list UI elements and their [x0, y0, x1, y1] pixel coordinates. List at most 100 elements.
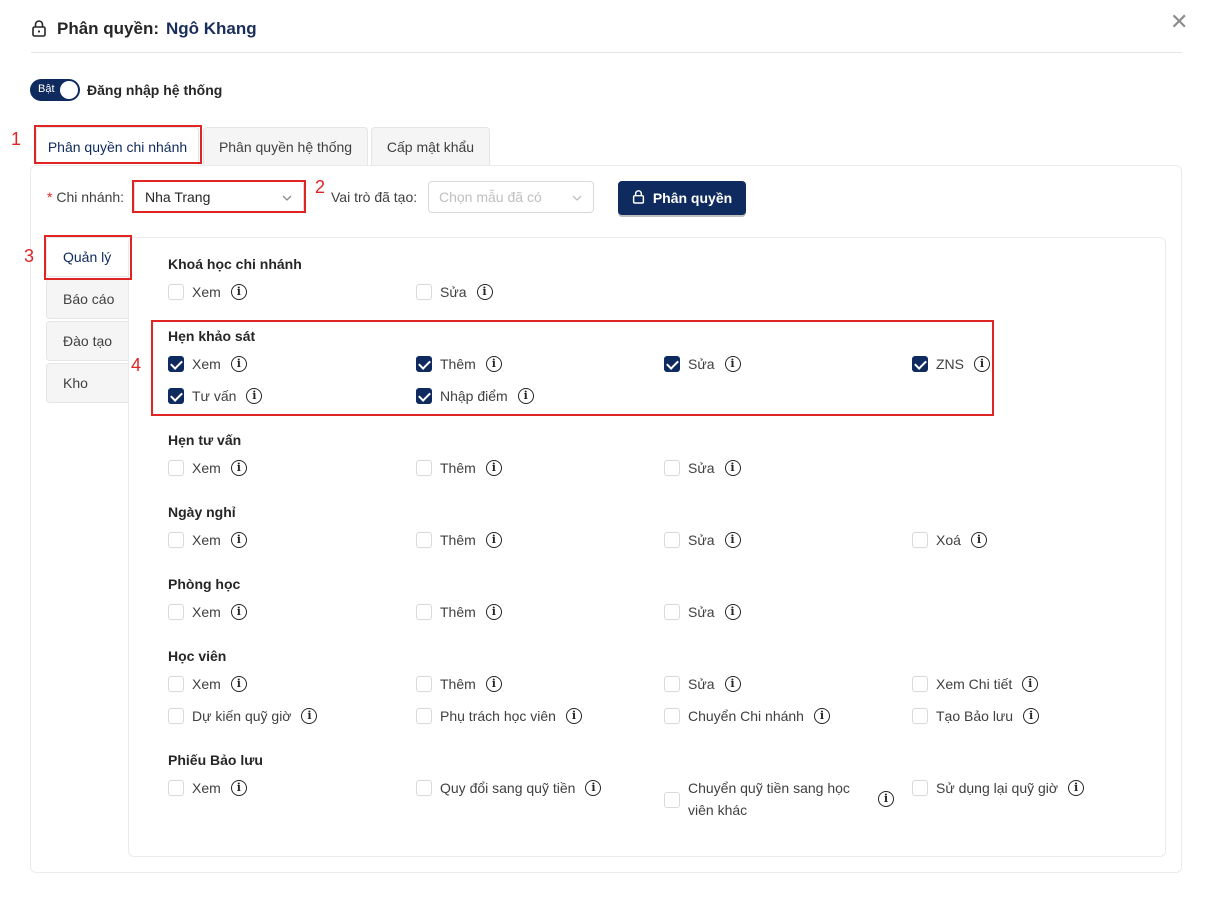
- branch-label: * Chi nhánh:: [47, 189, 124, 205]
- info-icon[interactable]: i: [230, 532, 247, 548]
- annotation-number-4: 4: [131, 355, 142, 375]
- permission-checkbox[interactable]: [168, 604, 184, 620]
- permission-label: Thêm: [440, 532, 476, 548]
- login-toggle[interactable]: Bật: [30, 79, 80, 101]
- header-divider: [31, 52, 1182, 53]
- permission-label: Sửa: [688, 676, 715, 692]
- permission-checkbox[interactable]: [168, 676, 184, 692]
- annotation-box-3: [44, 235, 132, 280]
- permission-label: Sửa: [688, 460, 715, 476]
- permission-checkbox[interactable]: [168, 284, 184, 300]
- tab-password[interactable]: Cấp mật khẩu: [371, 127, 490, 165]
- side-tab-warehouse[interactable]: Kho: [46, 363, 128, 403]
- permission-checkbox[interactable]: [664, 604, 680, 620]
- annotation-number-1: 1: [11, 129, 22, 149]
- toggle-label: Đăng nhập hệ thống: [87, 82, 223, 98]
- permission-label: Sửa: [688, 532, 715, 548]
- side-tab-training[interactable]: Đào tạo: [46, 321, 128, 361]
- permission-label: Chuyển Chi nhánh: [688, 708, 804, 724]
- toggle-knob: [60, 81, 78, 99]
- info-icon[interactable]: i: [485, 604, 502, 620]
- permission-label: Quy đổi sang quỹ tiền: [440, 780, 576, 796]
- permission-checkbox[interactable]: [912, 708, 928, 724]
- permission-label: Thêm: [440, 460, 476, 476]
- permission-label: Chuyển quỹ tiền sang học viên khác: [688, 780, 850, 818]
- annotation-box-2: [132, 180, 306, 213]
- lock-icon: [632, 189, 645, 207]
- permission-group-title: Hẹn tư vấn: [168, 432, 242, 448]
- tab-label: Phân quyền hệ thống: [218, 138, 353, 155]
- permission-group-title: Ngày nghỉ: [168, 504, 236, 520]
- permission-label: Sử dụng lại quỹ giờ: [936, 780, 1059, 796]
- permission-checkbox[interactable]: [168, 780, 184, 796]
- permission-checkbox[interactable]: [168, 532, 184, 548]
- info-icon[interactable]: i: [230, 676, 247, 692]
- info-icon[interactable]: i: [485, 460, 502, 476]
- info-icon[interactable]: i: [1023, 708, 1040, 724]
- permission-label: Xem: [192, 460, 221, 476]
- annotation-box-1: [34, 125, 202, 164]
- required-mark: *: [47, 189, 53, 205]
- role-label: Vai trò đã tạo:: [331, 189, 418, 205]
- permission-checkbox[interactable]: [664, 792, 680, 808]
- permission-label: Dự kiến quỹ giờ: [192, 708, 292, 724]
- permission-checkbox[interactable]: [664, 708, 680, 724]
- info-icon[interactable]: i: [485, 676, 502, 692]
- permission-group-title: Phòng học: [168, 576, 241, 592]
- permission-group-title: Học viên: [168, 648, 227, 664]
- info-icon[interactable]: i: [1068, 780, 1085, 796]
- close-icon[interactable]: ✕: [1170, 11, 1188, 33]
- permission-label: Xem: [192, 676, 221, 692]
- info-icon[interactable]: i: [724, 532, 741, 548]
- permission-checkbox[interactable]: [168, 460, 184, 476]
- permission-label: Tạo Bảo lưu: [936, 708, 1014, 724]
- tab-label: Cấp mật khẩu: [386, 138, 475, 155]
- toggle-state-label: Bật: [38, 83, 55, 95]
- permission-checkbox[interactable]: [912, 532, 928, 548]
- permission-checkbox[interactable]: [664, 460, 680, 476]
- info-icon[interactable]: i: [485, 532, 502, 548]
- dialog-title-prefix: Phân quyền:: [57, 19, 160, 38]
- annotation-number-2: 2: [315, 177, 326, 197]
- permission-checkbox[interactable]: [416, 532, 432, 548]
- info-icon[interactable]: i: [813, 708, 830, 724]
- permission-checkbox[interactable]: [912, 676, 928, 692]
- role-select[interactable]: Chọn mẫu đã có: [428, 181, 594, 213]
- permission-label: Sửa: [688, 604, 715, 620]
- annotation-number-3: 3: [24, 246, 35, 266]
- info-icon[interactable]: i: [230, 284, 247, 300]
- info-icon[interactable]: i: [476, 284, 493, 300]
- permission-checkbox[interactable]: [416, 460, 432, 476]
- permission-checkbox[interactable]: [168, 708, 184, 724]
- chevron-down-icon: [571, 191, 583, 207]
- permission-checkbox[interactable]: [664, 532, 680, 548]
- info-icon[interactable]: i: [565, 708, 582, 724]
- info-icon[interactable]: i: [230, 460, 247, 476]
- permission-label: Xem: [192, 780, 221, 796]
- permission-group-title: Khoá học chi nhánh: [168, 256, 302, 272]
- info-icon[interactable]: i: [230, 604, 247, 620]
- assign-permission-button[interactable]: Phân quyền: [618, 181, 746, 215]
- permission-label: Thêm: [440, 676, 476, 692]
- permission-checkbox[interactable]: [912, 780, 928, 796]
- side-tab-reports[interactable]: Báo cáo: [46, 279, 128, 319]
- info-icon[interactable]: i: [724, 460, 741, 476]
- permission-checkbox[interactable]: [416, 708, 432, 724]
- info-icon[interactable]: i: [230, 780, 247, 796]
- permission-checkbox[interactable]: [416, 284, 432, 300]
- info-icon[interactable]: i: [724, 604, 741, 620]
- permission-checkbox[interactable]: [416, 604, 432, 620]
- permission-label: Xem: [192, 284, 221, 300]
- permission-checkbox[interactable]: [416, 780, 432, 796]
- info-icon[interactable]: i: [970, 532, 987, 548]
- permission-label: Xem: [192, 604, 221, 620]
- info-icon[interactable]: i: [878, 791, 894, 807]
- permission-label: Xoá: [936, 532, 961, 548]
- info-icon[interactable]: i: [724, 676, 741, 692]
- tab-system-permission[interactable]: Phân quyền hệ thống: [203, 127, 368, 165]
- permission-label: Xem: [192, 532, 221, 548]
- side-tab-label: Đào tạo: [63, 333, 113, 349]
- permission-checkbox[interactable]: [664, 676, 680, 692]
- permission-label: Thêm: [440, 604, 476, 620]
- permission-checkbox[interactable]: [416, 676, 432, 692]
